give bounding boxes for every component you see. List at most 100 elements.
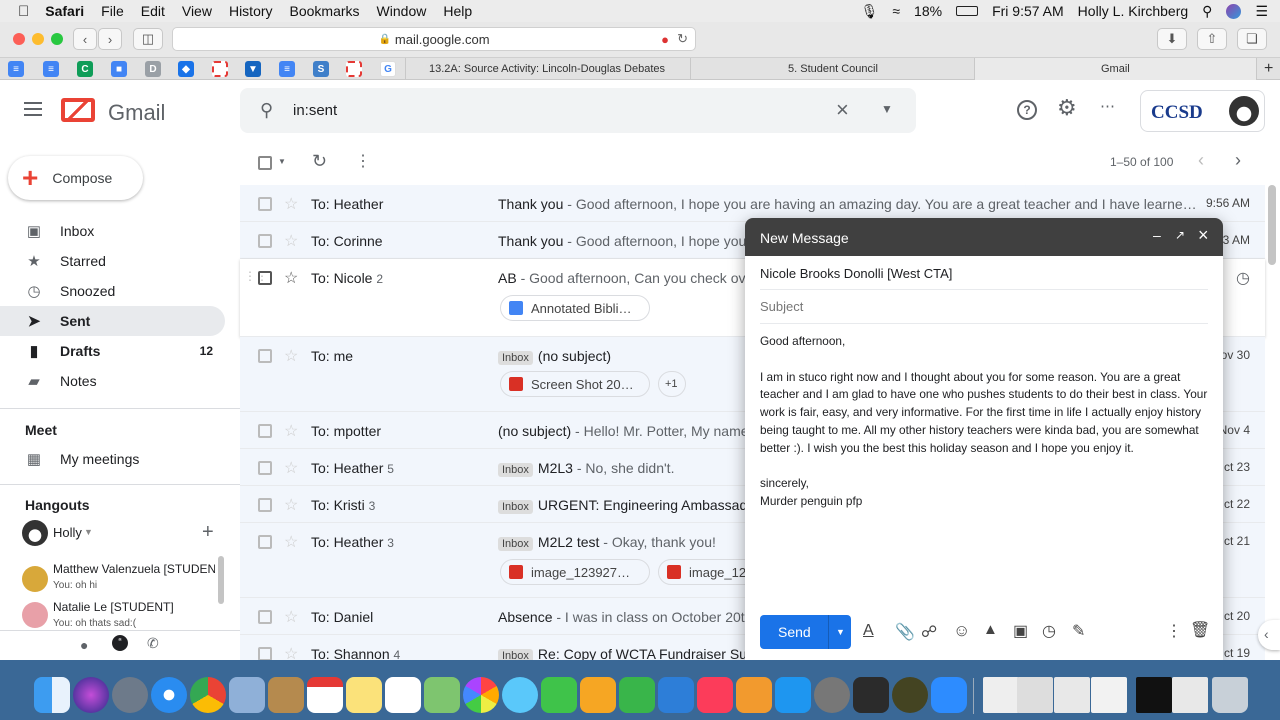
- attachment-chip[interactable]: image_123927…: [500, 559, 650, 585]
- refresh-icon[interactable]: ↻: [312, 151, 327, 172]
- send-options-icon[interactable]: ▼: [828, 615, 851, 649]
- signature-icon[interactable]: ✎: [1072, 621, 1085, 641]
- account-switcher[interactable]: CCSD: [1140, 90, 1265, 132]
- messages-app-icon[interactable]: [502, 677, 538, 713]
- wine-glass-icon[interactable]: [892, 677, 928, 713]
- minimize-window-icon[interactable]: [32, 33, 44, 45]
- main-menu-icon[interactable]: [24, 102, 42, 116]
- inbox-label[interactable]: Inbox: [498, 500, 533, 514]
- zoom-app-icon[interactable]: [931, 677, 967, 713]
- close-window-icon[interactable]: [13, 33, 25, 45]
- row-checkbox[interactable]: [258, 461, 272, 475]
- snooze-icon[interactable]: ◷: [1236, 268, 1250, 288]
- recipients-field[interactable]: Nicole Brooks Donolli [West CTA]: [760, 256, 1208, 290]
- star-icon[interactable]: ☆: [284, 607, 298, 627]
- dictation-icon[interactable]: ●: [661, 32, 669, 47]
- finder-icon[interactable]: [34, 677, 70, 713]
- select-dropdown-icon[interactable]: ▼: [278, 157, 286, 166]
- zoom-window-icon[interactable]: [51, 33, 63, 45]
- safari-icon[interactable]: [151, 677, 187, 713]
- gmail-logo-text[interactable]: Gmail: [108, 100, 165, 126]
- star-icon[interactable]: ☆: [284, 495, 298, 515]
- row-checkbox[interactable]: [258, 349, 272, 363]
- red-circle-icon[interactable]: [346, 61, 362, 77]
- new-tab-button[interactable]: +: [1256, 58, 1280, 80]
- sidebar-toggle-button[interactable]: ◫: [133, 28, 163, 50]
- contact-name[interactable]: Natalie Le [STUDENT]: [53, 600, 218, 614]
- reminders-app-icon[interactable]: [385, 677, 421, 713]
- minimize-icon[interactable]: –: [1153, 227, 1161, 243]
- keynote-app-icon[interactable]: [658, 677, 694, 713]
- row-checkbox[interactable]: [258, 647, 272, 661]
- calendar-app-icon[interactable]: [307, 677, 343, 713]
- maps-app-icon[interactable]: [424, 677, 460, 713]
- row-checkbox[interactable]: [258, 197, 272, 211]
- sidebar-item-snoozed[interactable]: ◷ Snoozed: [0, 276, 225, 306]
- tab-source-activity[interactable]: 13.2A: Source Activity: Lincoln-Douglas …: [405, 58, 690, 80]
- add-conversation-icon[interactable]: +: [202, 521, 214, 544]
- close-icon[interactable]: ×: [1198, 225, 1209, 246]
- preview-icon[interactable]: [229, 677, 265, 713]
- sidebar-item-starred[interactable]: ★ Starred: [0, 246, 225, 276]
- more-attachments-chip[interactable]: +1: [658, 371, 686, 397]
- app-store-icon[interactable]: [775, 677, 811, 713]
- menu-file[interactable]: File: [101, 3, 124, 19]
- back-button[interactable]: ‹: [73, 28, 97, 50]
- document-thumbnail[interactable]: [1017, 677, 1053, 713]
- contacts-icon[interactable]: ●: [80, 637, 88, 653]
- link-icon[interactable]: ☍: [921, 622, 937, 642]
- search-options-icon[interactable]: ▼: [881, 102, 893, 116]
- facetime-app-icon[interactable]: [541, 677, 577, 713]
- hangouts-avatar[interactable]: [22, 520, 48, 546]
- recipient-chip[interactable]: Nicole Brooks Donolli [West CTA]: [760, 266, 952, 281]
- sidebar-item-inbox[interactable]: ▣ Inbox: [0, 216, 225, 246]
- side-panel-toggle[interactable]: ‹: [1258, 620, 1280, 650]
- shield-icon[interactable]: ▼: [245, 61, 261, 77]
- forward-button[interactable]: ›: [98, 28, 122, 50]
- share-button[interactable]: ⇧: [1197, 28, 1227, 50]
- hangouts-scrollbar[interactable]: [218, 556, 224, 604]
- phone-icon[interactable]: ✆: [147, 635, 159, 652]
- siri-icon[interactable]: [1226, 3, 1242, 19]
- star-icon[interactable]: ☆: [284, 194, 298, 214]
- siri-icon[interactable]: [73, 677, 109, 713]
- document-thumbnail[interactable]: [983, 677, 1019, 713]
- menu-history[interactable]: History: [229, 3, 273, 19]
- table-row[interactable]: ☆ To: Heather Thank you - Good afternoon, …: [240, 185, 1265, 222]
- document-thumbnail[interactable]: [1136, 677, 1172, 713]
- wifi-icon[interactable]: ≈: [892, 3, 900, 19]
- newer-page-icon[interactable]: ‹: [1198, 150, 1204, 171]
- settings-icon[interactable]: ⚙: [1057, 95, 1077, 121]
- notes-app-icon[interactable]: [346, 677, 382, 713]
- pages-app-icon[interactable]: [580, 677, 616, 713]
- menu-bookmarks[interactable]: Bookmarks: [290, 3, 360, 19]
- clear-search-icon[interactable]: ×: [836, 97, 849, 123]
- document-thumbnail[interactable]: [1091, 677, 1127, 713]
- send-button[interactable]: Send ▼: [760, 615, 851, 649]
- document-thumbnail[interactable]: [1054, 677, 1090, 713]
- row-checkbox[interactable]: [258, 535, 272, 549]
- docs-icon[interactable]: ≡: [279, 61, 295, 77]
- hangouts-dropdown-icon[interactable]: ▼: [84, 527, 93, 537]
- reload-icon[interactable]: ↻: [677, 31, 688, 47]
- star-icon[interactable]: ☆: [284, 231, 298, 251]
- music-app-icon[interactable]: [697, 677, 733, 713]
- downloads-button[interactable]: ⬇: [1157, 28, 1187, 50]
- row-checkbox[interactable]: [258, 610, 272, 624]
- star-icon[interactable]: ☆: [284, 458, 298, 478]
- tab-student-council[interactable]: 5. Student Council: [690, 58, 974, 80]
- help-icon[interactable]: ?: [1017, 100, 1037, 120]
- compose-header[interactable]: New Message – ↗ ×: [745, 218, 1223, 256]
- document-thumbnail[interactable]: [1172, 677, 1208, 713]
- star-icon[interactable]: ☆: [284, 268, 298, 288]
- search-icon[interactable]: ⚲: [260, 100, 273, 121]
- slides-icon[interactable]: ■: [111, 61, 127, 77]
- d-icon[interactable]: D: [145, 61, 161, 77]
- tabs-overview-button[interactable]: ❏: [1237, 28, 1267, 50]
- inbox-label[interactable]: Inbox: [498, 351, 533, 365]
- notification-center-icon[interactable]: ☰: [1255, 3, 1268, 20]
- attachment-chip[interactable]: Annotated Bibli…: [500, 295, 650, 321]
- red-circle-icon[interactable]: [212, 61, 228, 77]
- sidebar-item-notes[interactable]: ▰ Notes: [0, 366, 225, 396]
- row-checkbox[interactable]: [258, 498, 272, 512]
